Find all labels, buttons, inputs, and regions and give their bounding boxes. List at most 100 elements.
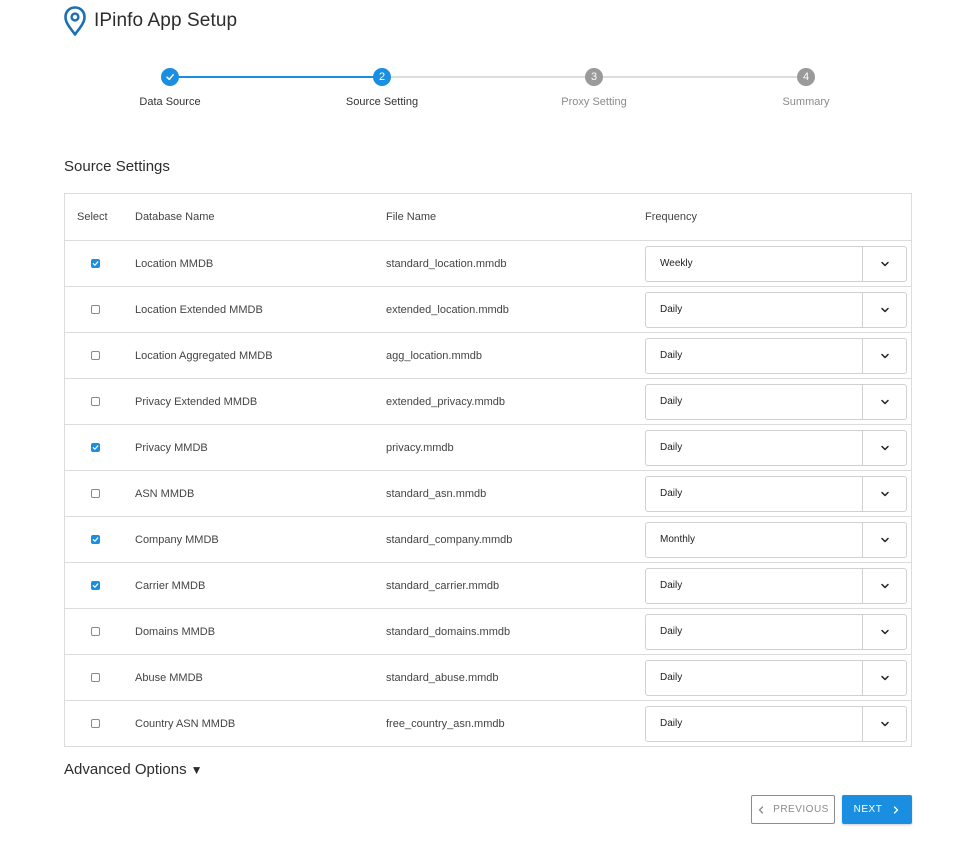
frequency-select[interactable]: Daily [645,291,907,328]
frequency-value: Daily [660,718,683,729]
next-button[interactable]: NEXT [842,795,912,824]
select-checkbox[interactable] [90,259,100,268]
step-label: Data Source [139,96,201,108]
frequency-dropdown-button[interactable] [862,246,906,281]
select-checkbox[interactable] [90,443,100,452]
step-label: Proxy Setting [561,96,627,108]
frequency-select[interactable]: Daily [645,475,907,512]
table-row: Abuse MMDB standard_abuse.mmdb Daily [65,654,911,700]
step-complete-check-icon [161,68,179,86]
frequency-select[interactable]: Daily [645,613,907,650]
frequency-dropdown-button[interactable] [862,660,906,695]
select-checkbox[interactable] [90,627,100,636]
frequency-dropdown-button[interactable] [862,430,906,465]
select-cell [65,443,125,452]
frequency-cell: Daily [634,429,911,466]
ipinfo-logo-icon [64,6,86,36]
file-name-cell: free_country_asn.mmdb [386,717,505,730]
table-row: Location Extended MMDB extended_location.… [65,286,911,332]
file-name-cell: standard_abuse.mmdb [386,671,499,684]
checkmark-icon [92,445,98,450]
previous-button-label: PREVIOUS [773,804,829,815]
select-checkbox[interactable] [90,397,100,406]
select-checkbox[interactable] [90,673,100,682]
select-cell [65,581,125,590]
step-proxy-setting: 3 Proxy Setting [534,66,654,108]
database-name-cell: Company MMDB [135,533,219,546]
frequency-select[interactable]: Daily [645,429,907,466]
file-name-cell: privacy.mmdb [386,441,454,454]
frequency-value: Daily [660,350,683,361]
previous-button[interactable]: PREVIOUS [751,795,835,824]
frequency-select[interactable]: Daily [645,659,907,696]
frequency-select[interactable]: Monthly [645,521,907,558]
frequency-select[interactable]: Weekly [645,245,907,282]
frequency-dropdown-button[interactable] [862,706,906,741]
frequency-value: Daily [660,442,683,453]
database-name-cell: Abuse MMDB [135,671,203,684]
triangle-down-icon: ▼ [190,762,203,777]
frequency-select[interactable]: Daily [645,337,907,374]
frequency-value: Daily [660,304,683,315]
frequency-cell: Daily [634,659,911,696]
chevron-down-icon [880,491,889,496]
step-summary: 4 Summary [746,66,866,108]
select-cell [65,259,125,268]
step-number: 4 [797,68,815,86]
table-header-row: Select Database Name File Name Frequency [65,194,911,240]
frequency-dropdown-button[interactable] [862,292,906,327]
frequency-dropdown-button[interactable] [862,384,906,419]
select-cell [65,489,125,498]
frequency-dropdown-button[interactable] [862,568,906,603]
database-name-cell: Location Extended MMDB [135,303,263,316]
frequency-cell: Daily [634,383,911,420]
frequency-select[interactable]: Daily [645,383,907,420]
frequency-value: Weekly [660,258,693,269]
chevron-down-icon [880,445,889,450]
header-select: Select [77,211,108,223]
select-cell [65,627,125,636]
table-row: Company MMDB standard_company.mmdb Monthly [65,516,911,562]
frequency-cell: Weekly [634,245,911,282]
select-checkbox[interactable] [90,489,100,498]
select-cell [65,305,125,314]
step-data-source: Data Source [110,66,230,108]
frequency-dropdown-button[interactable] [862,338,906,373]
frequency-dropdown-button[interactable] [862,614,906,649]
table-row: Location Aggregated MMDB agg_location.mmd… [65,332,911,378]
select-checkbox[interactable] [90,351,100,360]
advanced-options-toggle[interactable]: Advanced Options ▼ [64,761,202,778]
chevron-left-icon [759,805,764,814]
select-checkbox[interactable] [90,719,100,728]
select-checkbox[interactable] [90,305,100,314]
chevron-down-icon [880,307,889,312]
file-name-cell: standard_carrier.mmdb [386,579,500,592]
select-checkbox[interactable] [90,535,100,544]
frequency-dropdown-button[interactable] [862,476,906,511]
step-label: Summary [782,96,830,108]
header-file-name: File Name [386,211,437,223]
frequency-dropdown-button[interactable] [862,522,906,557]
database-name-cell: Privacy MMDB [135,441,208,454]
frequency-cell: Daily [634,567,911,604]
section-title: Source Settings [64,158,170,175]
frequency-value: Daily [660,580,683,591]
chevron-down-icon [880,629,889,634]
database-name-cell: Location Aggregated MMDB [135,349,273,362]
frequency-value: Daily [660,626,683,637]
select-checkbox[interactable] [90,581,100,590]
source-settings-table: Select Database Name File Name Frequency… [64,193,912,747]
frequency-select[interactable]: Daily [645,705,907,742]
database-name-cell: Location MMDB [135,257,214,270]
frequency-cell: Monthly [634,521,911,558]
select-cell [65,673,125,682]
chevron-right-icon [894,805,899,814]
chevron-down-icon [880,353,889,358]
file-name-cell: extended_privacy.mmdb [386,395,506,408]
file-name-cell: agg_location.mmdb [386,349,483,362]
table-row: Privacy MMDB privacy.mmdb Daily [65,424,911,470]
frequency-select[interactable]: Daily [645,567,907,604]
frequency-cell: Daily [634,705,911,742]
frequency-cell: Daily [634,475,911,512]
header-frequency: Frequency [645,211,697,223]
